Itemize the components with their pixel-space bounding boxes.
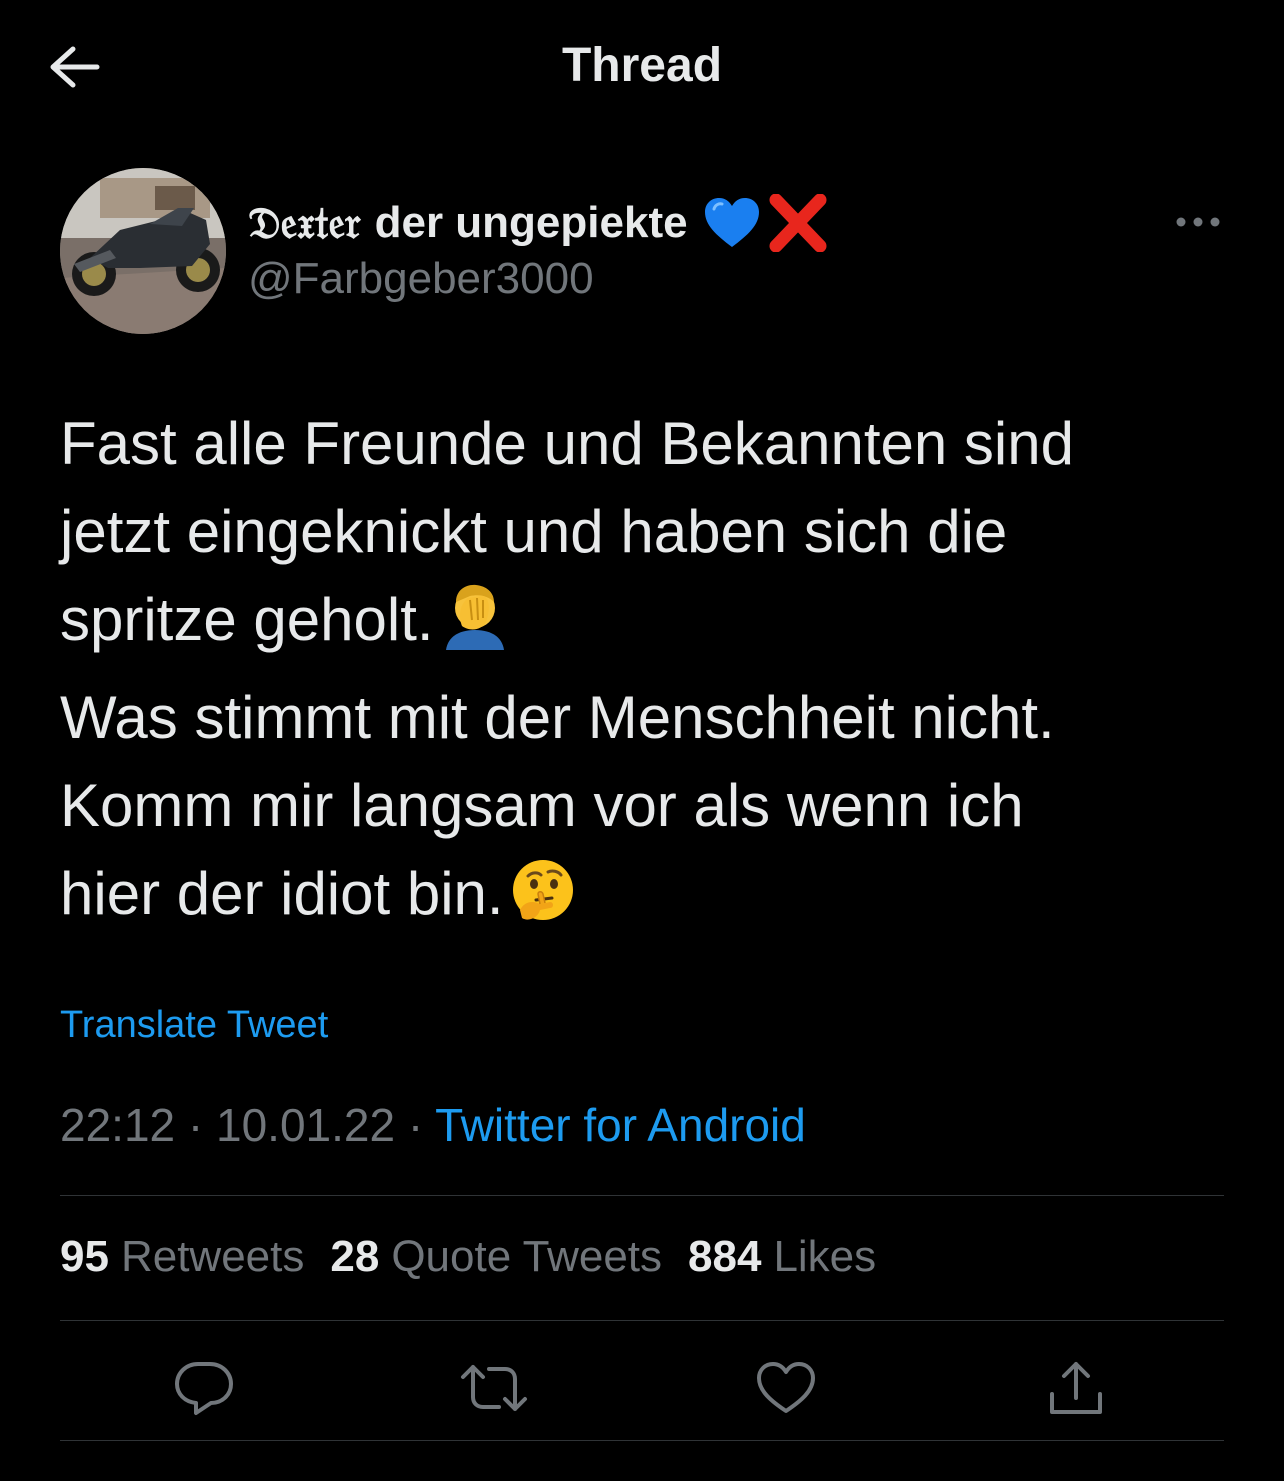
avatar[interactable] (60, 168, 226, 334)
display-name-text: der ungepiekte (374, 198, 688, 247)
divider (60, 1195, 1224, 1196)
translate-tweet-link[interactable]: Translate Tweet (60, 1004, 328, 1047)
tweet-metadata: 22:12 · 10.01.22 · Twitter for Android (60, 1098, 806, 1152)
tweet-line: hier der idiot bin. (60, 860, 504, 927)
meta-separator: · (187, 1099, 204, 1151)
thread-page: Thread 𝔇𝔢𝔵𝔱𝔢𝔯 der ungepiekte @Farbgeber3… (0, 0, 1284, 1481)
tweet-text: Fast alle Freunde und Bekannten sind jet… (60, 400, 1240, 948)
tweet-source-link[interactable]: Twitter for Android (435, 1099, 806, 1151)
retweets-stat[interactable]: 95 Retweets (60, 1232, 304, 1282)
author-display-name[interactable]: 𝔇𝔢𝔵𝔱𝔢𝔯 der ungepiekte (248, 192, 828, 254)
retweet-icon (461, 1365, 527, 1411)
quote-tweets-label: Quote Tweets (391, 1232, 663, 1281)
more-dots-icon (1176, 217, 1220, 227)
tweet-actions-bar (60, 1340, 1224, 1436)
like-button[interactable] (748, 1350, 824, 1426)
top-bar: Thread (0, 0, 1284, 135)
like-icon (757, 1362, 815, 1413)
likes-stat[interactable]: 884 Likes (688, 1232, 876, 1282)
tweet-line-with-emoji: hier der idiot bin. (60, 850, 1240, 948)
tweet-line: jetzt eingeknickt und haben sich die (60, 498, 1008, 565)
tweet-line-with-emoji: spritze geholt. (60, 576, 1240, 674)
cross-mark-icon (768, 194, 828, 252)
reply-icon (175, 1362, 233, 1415)
quote-tweets-count: 28 (330, 1232, 380, 1281)
divider (60, 1320, 1224, 1321)
share-button[interactable] (1038, 1350, 1114, 1426)
thinking-face-emoji-icon (510, 858, 576, 948)
tweet-line: Komm mir langsam vor als wenn ich (60, 772, 1024, 839)
more-options-button[interactable] (1170, 200, 1226, 244)
tweet-line: spritze geholt. (60, 586, 434, 653)
facepalm-emoji-icon (440, 580, 510, 674)
likes-label: Likes (773, 1232, 877, 1281)
author-handle[interactable]: @Farbgeber3000 (248, 254, 594, 304)
divider (60, 1440, 1224, 1441)
tweet-line: Was stimmt mit der Menschheit nicht. (60, 684, 1055, 751)
tweet-date: 10.01.22 (216, 1099, 396, 1151)
tweet-time: 22:12 (60, 1099, 176, 1151)
quote-tweets-stat[interactable]: 28 Quote Tweets (330, 1232, 662, 1282)
retweets-label: Retweets (120, 1232, 305, 1281)
blue-heart-icon (702, 195, 762, 251)
reply-button[interactable] (166, 1350, 242, 1426)
retweets-count: 95 (60, 1232, 109, 1281)
display-name-stylized: 𝔇𝔢𝔵𝔱𝔢𝔯 (248, 197, 361, 249)
motorcycle-avatar (60, 168, 226, 334)
tweet-stats: 95 Retweets 28 Quote Tweets 884 Likes (60, 1232, 876, 1282)
page-title: Thread (561, 39, 723, 92)
likes-count: 884 (688, 1232, 762, 1281)
retweet-button[interactable] (456, 1350, 532, 1426)
tweet-line: Fast alle Freunde und Bekannten sind (60, 410, 1074, 477)
meta-separator: · (407, 1099, 424, 1151)
share-icon (1050, 1362, 1102, 1414)
